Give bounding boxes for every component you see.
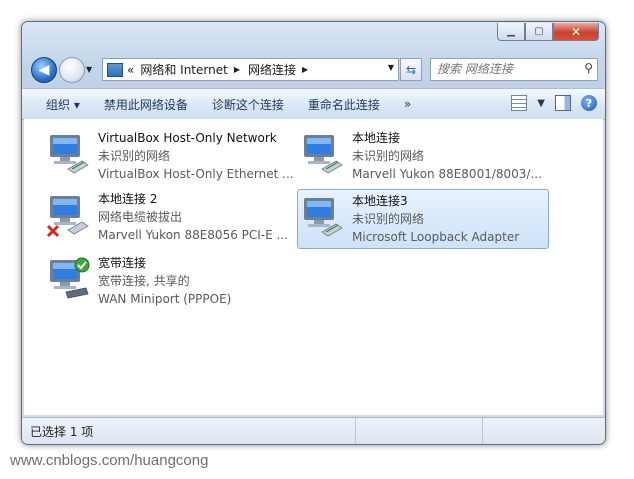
back-button[interactable]: ◀: [31, 57, 57, 83]
network-computer-icon: [304, 198, 343, 237]
connection-name: 本地连接: [352, 131, 401, 145]
status-divider: [482, 418, 483, 444]
rename-button[interactable]: 重命名此连接: [296, 96, 392, 113]
network-disconnected-icon: [46, 196, 89, 238]
refresh-icon: ⇆: [405, 62, 417, 77]
status-divider: [355, 418, 356, 444]
help-icon[interactable]: ?: [581, 95, 597, 111]
connection-device: VirtualBox Host-Only Ethernet ...: [98, 167, 294, 181]
list-item[interactable]: VirtualBox Host-Only Network 未识别的网络 Virt…: [44, 127, 294, 185]
address-bar[interactable]: « 网络和 Internet ▶ 网络连接 ▶ ▼: [102, 58, 399, 81]
list-item-selected[interactable]: 本地连接3 未识别的网络 Microsoft Loopback Adapter: [297, 189, 549, 249]
change-view-icon[interactable]: [511, 95, 528, 111]
list-item[interactable]: 本地连接 未识别的网络 Marvell Yukon 88E8001/8003/.…: [298, 127, 548, 185]
explorer-window: ▁ ▢ ✕ ◀ ▼ « 网络和 Internet ▶ 网络连接 ▶ ▼ ⇆ ⚲ …: [21, 21, 606, 445]
connection-status: 未识别的网络: [352, 149, 425, 163]
control-panel-icon: [107, 62, 123, 77]
close-button[interactable]: ✕: [553, 23, 599, 41]
disable-device-button[interactable]: 禁用此网络设备: [92, 96, 200, 113]
connection-name: 本地连接 2: [98, 192, 158, 206]
view-dropdown-icon[interactable]: ▼: [537, 98, 545, 109]
breadcrumb-network-connections[interactable]: 网络连接: [248, 61, 296, 78]
chevron-right-icon[interactable]: ▶: [302, 65, 308, 74]
connection-status: 未识别的网络: [98, 149, 171, 163]
recent-pages-dropdown[interactable]: ▼: [86, 65, 92, 74]
minimize-button[interactable]: ▁: [497, 23, 525, 41]
search-input[interactable]: [431, 59, 577, 78]
connection-status: 宽带连接, 共享的: [98, 274, 190, 288]
connection-device: Marvell Yukon 88E8001/8003/...: [352, 167, 542, 181]
view-controls: ▼ ?: [511, 95, 597, 111]
list-item[interactable]: 本地连接 2 网络电缆被拔出 Marvell Yukon 88E8056 PCI…: [44, 188, 294, 246]
connection-name: VirtualBox Host-Only Network: [98, 131, 277, 145]
search-icon[interactable]: ⚲: [584, 61, 593, 75]
status-bar: 已选择 1 项: [22, 417, 605, 444]
address-dropdown-icon[interactable]: ▼: [388, 63, 394, 72]
chevron-right-icon[interactable]: ▶: [234, 65, 240, 74]
connections-list: VirtualBox Host-Only Network 未识别的网络 Virt…: [24, 119, 603, 415]
broadband-connected-icon: [50, 257, 90, 299]
refresh-button[interactable]: ⇆: [400, 58, 422, 81]
search-box[interactable]: ⚲: [430, 58, 598, 81]
caption-buttons: ▁ ▢ ✕: [497, 23, 599, 41]
connection-device: Microsoft Loopback Adapter: [352, 230, 520, 244]
connection-name: 本地连接3: [352, 194, 408, 208]
network-computer-icon: [304, 135, 343, 174]
connection-name: 宽带连接: [98, 256, 147, 270]
connection-device: WAN Miniport (PPPOE): [98, 292, 232, 306]
organize-button[interactable]: 组织 ▾: [22, 96, 92, 113]
network-computer-icon: [50, 135, 89, 174]
watermark-text: www.cnblogs.com/huangcong: [10, 452, 209, 469]
forward-button[interactable]: [59, 57, 85, 83]
connection-device: Marvell Yukon 88E8056 PCI-E ...: [98, 228, 288, 242]
arrow-left-icon: ◀: [38, 62, 50, 78]
breadcrumb-overflow[interactable]: «: [127, 63, 134, 77]
more-commands-button[interactable]: »: [392, 97, 423, 111]
maximize-button[interactable]: ▢: [525, 23, 553, 41]
diagnose-button[interactable]: 诊断这个连接: [200, 96, 296, 113]
connection-status: 未识别的网络: [352, 212, 425, 226]
command-bar: 组织 ▾ 禁用此网络设备 诊断这个连接 重命名此连接 » ▼ ?: [22, 88, 605, 120]
preview-pane-icon[interactable]: [555, 95, 571, 111]
selection-count: 已选择 1 项: [30, 424, 94, 439]
breadcrumb-network-internet[interactable]: 网络和 Internet: [140, 61, 227, 78]
list-item[interactable]: 宽带连接 宽带连接, 共享的 WAN Miniport (PPPOE): [44, 252, 294, 310]
connection-status: 网络电缆被拔出: [98, 210, 183, 224]
